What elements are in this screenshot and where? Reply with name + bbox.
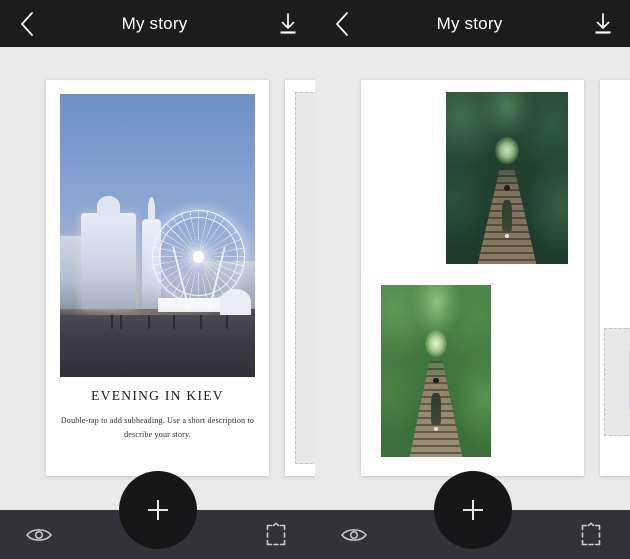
page-card-main[interactable] xyxy=(361,80,584,476)
download-icon xyxy=(277,12,299,36)
photo-person-head xyxy=(504,184,510,191)
app-bar: My story xyxy=(0,0,315,47)
photo-person xyxy=(225,314,228,329)
story-title[interactable]: EVENING IN KIEV xyxy=(60,388,255,404)
add-page-fab[interactable] xyxy=(118,471,197,549)
chevron-left-icon xyxy=(333,11,351,37)
pages-canvas[interactable]: EVENING IN KIEV Double-tap to add subhea… xyxy=(0,47,315,497)
photo-person-head xyxy=(433,377,439,384)
photo-artwork xyxy=(446,92,568,264)
preview-button[interactable] xyxy=(0,510,78,559)
app-bar: My story xyxy=(315,0,630,47)
photo-tent xyxy=(219,289,252,315)
photo-person xyxy=(501,184,513,239)
evening-city-ferris-wheel-photo[interactable] xyxy=(60,94,255,377)
plus-icon xyxy=(458,495,488,525)
photo-person xyxy=(200,314,203,329)
photo-person xyxy=(147,314,150,329)
dual-screen-comparison: My story EVENING IN KIEV Double-tap to a… xyxy=(0,0,630,559)
photo-artwork xyxy=(60,94,255,377)
page-title: My story xyxy=(436,13,503,33)
tunnel-of-love-bright-photo[interactable] xyxy=(381,285,491,457)
eye-icon xyxy=(25,525,53,545)
chevron-left-icon xyxy=(18,11,36,37)
pages-canvas[interactable] xyxy=(315,47,630,497)
page-card-next[interactable] xyxy=(600,80,630,476)
page-title: My story xyxy=(121,13,188,33)
photo-dome xyxy=(97,195,121,216)
crop-button[interactable] xyxy=(237,510,315,559)
download-button[interactable] xyxy=(576,0,630,47)
back-button[interactable] xyxy=(315,0,369,47)
photo-person xyxy=(431,377,441,432)
photo-person-body xyxy=(501,200,513,233)
crop-frame-icon xyxy=(263,522,289,548)
eye-icon xyxy=(340,525,368,545)
crop-button[interactable] xyxy=(552,510,630,559)
placeholder-dashed-area xyxy=(604,328,630,436)
photo-person xyxy=(173,314,176,329)
photo-person-body xyxy=(431,393,441,426)
story-subheading[interactable]: Double-tap to add subheading. Use a shor… xyxy=(60,414,255,442)
back-button[interactable] xyxy=(0,0,54,47)
download-button[interactable] xyxy=(261,0,315,47)
caption-block: EVENING IN KIEV Double-tap to add subhea… xyxy=(60,388,255,442)
crop-frame-icon xyxy=(578,522,604,548)
preview-button[interactable] xyxy=(315,510,393,559)
plus-icon xyxy=(143,495,173,525)
photo-artwork xyxy=(381,285,491,457)
photo-person xyxy=(120,314,123,329)
page-card-placeholder[interactable] xyxy=(285,80,315,476)
photo-light-end xyxy=(425,329,447,358)
photo-building-main xyxy=(81,212,137,310)
screen-left: My story EVENING IN KIEV Double-tap to a… xyxy=(0,0,315,559)
download-icon xyxy=(592,12,614,36)
placeholder-dashed-area xyxy=(295,92,315,464)
add-page-fab[interactable] xyxy=(433,471,512,549)
tunnel-of-love-dark-photo[interactable] xyxy=(446,92,568,264)
page-card-main[interactable]: EVENING IN KIEV Double-tap to add subhea… xyxy=(46,80,269,476)
photo-person xyxy=(110,314,113,329)
screen-right: My story xyxy=(315,0,630,559)
